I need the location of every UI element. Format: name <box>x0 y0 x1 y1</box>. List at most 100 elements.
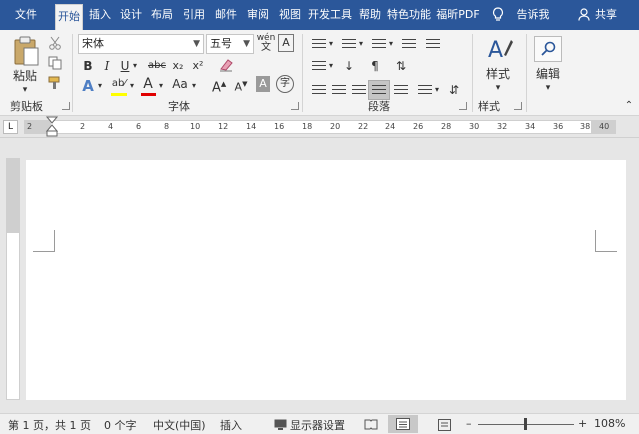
paste-dropdown-icon[interactable]: ▾ <box>18 80 32 100</box>
text-effects-dropdown-icon[interactable]: ▾ <box>96 76 104 96</box>
align-left-icon[interactable] <box>312 85 326 97</box>
copy-icon[interactable] <box>48 56 62 73</box>
increase-indent-icon[interactable] <box>426 39 440 51</box>
zoom-slider-thumb[interactable] <box>524 418 527 430</box>
tab-insert[interactable]: 插入 <box>86 0 114 30</box>
highlight-color-swatch <box>111 93 127 96</box>
tab-file[interactable]: 文件 <box>8 0 44 30</box>
styles-launcher-icon[interactable] <box>514 102 522 110</box>
ruler-number: 4 <box>108 122 114 131</box>
numbering-icon[interactable] <box>342 39 356 51</box>
shrink-font-label: A <box>234 80 243 94</box>
horizontal-ruler[interactable]: L 2 2 4 6 8 10 12 14 16 18 20 22 24 26 2… <box>0 116 639 138</box>
lightbulb-icon[interactable] <box>492 7 504 21</box>
indent-marker-icon[interactable] <box>45 116 59 141</box>
collapse-ribbon-icon[interactable]: ⌃ <box>622 96 636 116</box>
font-color-button[interactable]: A <box>140 74 156 94</box>
sort-icon[interactable]: ⇵ <box>446 80 462 100</box>
strikethrough-button[interactable]: abc <box>146 56 168 76</box>
tab-mailings[interactable]: 邮件 <box>212 0 240 30</box>
underline-dropdown-icon[interactable]: ▾ <box>131 56 139 76</box>
align-right-icon[interactable] <box>352 85 366 97</box>
chinese-layout-icon[interactable] <box>312 61 326 73</box>
paste-icon[interactable] <box>12 36 40 69</box>
paragraph-launcher-icon[interactable] <box>459 102 467 110</box>
cut-icon[interactable] <box>48 36 62 53</box>
read-mode-icon[interactable] <box>364 419 378 433</box>
chevron-down-icon[interactable]: ▼ <box>193 35 200 53</box>
show-marks-button[interactable]: ¶ <box>366 56 384 76</box>
align-center-icon[interactable] <box>332 85 346 97</box>
numbering-dropdown-icon[interactable]: ▾ <box>357 34 365 54</box>
share-button[interactable]: 共享 <box>592 0 620 30</box>
char-border-button[interactable]: A <box>278 34 294 52</box>
text-effects-button[interactable]: A <box>80 76 96 96</box>
tab-layout[interactable]: 布局 <box>148 0 176 30</box>
editing-dropdown-icon[interactable]: ▾ <box>540 78 556 98</box>
bullets-dropdown-icon[interactable]: ▾ <box>327 34 335 54</box>
change-case-button[interactable]: Aa <box>170 74 190 94</box>
highlight-dropdown-icon[interactable]: ▾ <box>128 76 136 96</box>
distributed-icon[interactable] <box>394 85 408 97</box>
font-color-dropdown-icon[interactable]: ▾ <box>157 76 165 96</box>
tab-design[interactable]: 设计 <box>117 0 145 30</box>
tab-references[interactable]: 引用 <box>180 0 208 30</box>
web-layout-icon[interactable] <box>438 419 451 434</box>
zoom-in-button[interactable]: + <box>578 417 587 430</box>
display-settings[interactable]: 显示器设置 <box>290 417 345 433</box>
clipboard-launcher-icon[interactable] <box>62 102 70 110</box>
styles-icon[interactable]: A <box>487 36 513 65</box>
chevron-down-icon[interactable]: ▼ <box>243 35 250 53</box>
tab-foxit-pdf[interactable]: 福昕PDF <box>434 0 482 30</box>
ruler-number: 18 <box>302 122 313 131</box>
tell-me-search[interactable]: 告诉我 <box>514 0 552 30</box>
font-launcher-icon[interactable] <box>291 102 299 110</box>
format-painter-icon[interactable] <box>48 76 62 93</box>
page-count[interactable]: 第 1 页，共 1 页 <box>8 417 91 433</box>
underline-button[interactable]: U <box>118 56 132 76</box>
document-page[interactable] <box>26 160 626 400</box>
tab-help[interactable]: 帮助 <box>356 0 384 30</box>
line-spacing-dropdown-icon[interactable]: ▾ <box>433 80 441 100</box>
insert-mode[interactable]: 插入 <box>220 417 242 433</box>
italic-button[interactable]: I <box>100 56 114 76</box>
language-indicator[interactable]: 中文(中国) <box>153 417 206 433</box>
zoom-out-button[interactable]: – <box>466 417 472 430</box>
phonetic-guide-button[interactable]: wén 文 <box>256 33 276 53</box>
multilevel-list-icon[interactable] <box>372 39 386 51</box>
tab-developer[interactable]: 开发工具 <box>307 0 353 30</box>
highlight-button[interactable]: ab⁄ <box>110 74 128 94</box>
bullets-icon[interactable] <box>312 39 326 51</box>
font-size-combo[interactable]: 五号 ▼ <box>206 34 254 54</box>
multilevel-dropdown-icon[interactable]: ▾ <box>387 34 395 54</box>
find-button[interactable] <box>534 36 562 62</box>
print-layout-button[interactable] <box>388 415 418 433</box>
font-name-combo[interactable]: 宋体 ▼ <box>78 34 204 54</box>
grow-font-button[interactable]: A▲ <box>212 74 226 95</box>
justify-button[interactable] <box>368 80 390 100</box>
char-shading-button[interactable]: A <box>256 76 270 92</box>
tab-selector[interactable]: L <box>3 120 18 134</box>
asian-layout-button[interactable]: ⇅ <box>392 56 410 76</box>
monitor-icon[interactable] <box>274 419 287 434</box>
tab-features[interactable]: 特色功能 <box>386 0 432 30</box>
styles-dropdown-icon[interactable]: ▾ <box>490 78 506 98</box>
sort-button[interactable]: ↓ <box>340 56 358 76</box>
decrease-indent-icon[interactable] <box>402 39 416 51</box>
bold-button[interactable]: B <box>80 56 96 76</box>
zoom-level[interactable]: 108% <box>594 417 625 430</box>
word-count[interactable]: 0 个字 <box>104 417 137 433</box>
change-case-dropdown-icon[interactable]: ▾ <box>190 76 198 96</box>
line-spacing-icon[interactable] <box>418 85 432 97</box>
ruler-number: 22 <box>358 122 369 131</box>
subscript-button[interactable]: x₂ <box>170 56 186 76</box>
tab-review[interactable]: 审阅 <box>244 0 272 30</box>
chinese-layout-dropdown-icon[interactable]: ▾ <box>327 56 335 76</box>
tab-home[interactable]: 开始 <box>55 4 83 30</box>
enclose-char-button[interactable]: 字 <box>276 75 294 93</box>
superscript-button[interactable]: x² <box>190 56 206 76</box>
shrink-font-button[interactable]: A▼ <box>234 74 248 94</box>
ruler-track[interactable]: 2 2 4 6 8 10 12 14 16 18 20 22 24 26 28 … <box>24 120 616 134</box>
vertical-ruler[interactable] <box>6 158 20 400</box>
tab-view[interactable]: 视图 <box>276 0 304 30</box>
